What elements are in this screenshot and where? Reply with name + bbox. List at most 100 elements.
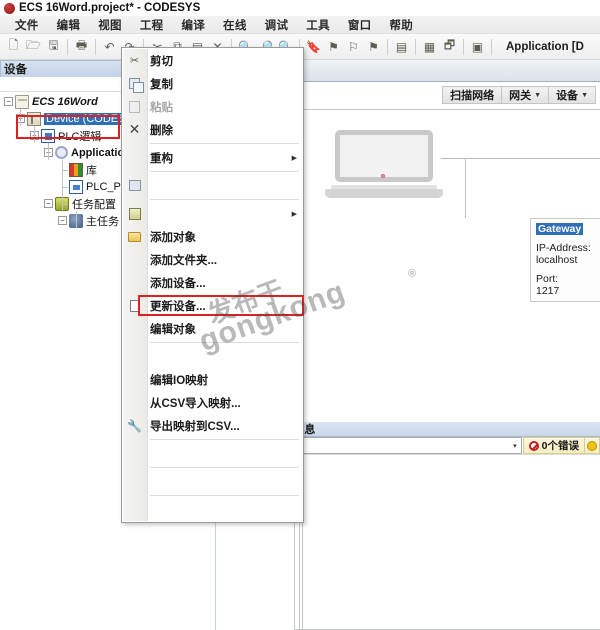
menu-tools[interactable]: 工具 [297,16,339,34]
laptop-indicator-dot [381,174,385,178]
menu-file[interactable]: 文件 [6,16,48,34]
build-icon[interactable]: ▤ [392,37,411,57]
plc-logic-icon [41,128,55,143]
application-combo[interactable]: Application [D [502,41,584,53]
gateway-ip-value: localhost [536,254,578,266]
next-bookmark-icon[interactable]: ⚑ [324,37,343,57]
ctx-copy[interactable]: 复制 [122,72,303,95]
ctx-properties[interactable] [122,174,303,197]
chevron-down-icon: ▼ [534,91,542,99]
properties-icon [127,178,142,193]
context-menu-separator [150,171,299,172]
ctx-item-label: 删除 [150,124,173,137]
toolbar-separator [387,38,388,55]
menu-help[interactable]: 帮助 [380,16,422,34]
menu-window[interactable]: 窗口 [339,16,381,34]
tree-expander[interactable]: − [4,97,13,106]
ctx-item-label: 粘贴 [150,101,173,114]
logout-icon[interactable]: 🗗 [440,37,459,57]
undo-icon[interactable]: ↶ [100,37,119,57]
add-object-icon [127,206,142,221]
tree-item-label: 主任务 [86,215,119,228]
menu-view[interactable]: 视图 [89,16,131,34]
tree-expander[interactable]: − [44,199,53,208]
new-file-icon[interactable]: 🗋 [4,37,23,57]
ctx-online-config-mode[interactable]: 🔧 导出映射到CSV... [122,414,303,437]
laptop-base [325,189,443,198]
title-bar: ECS 16Word.project* - CODESYS [0,0,600,16]
menu-edit[interactable]: 编辑 [48,16,90,34]
ctx-add-device[interactable]: 添加文件夹... [122,248,303,271]
submenu-arrow-icon: ▶ [291,211,297,218]
ctx-simulation[interactable] [122,498,303,521]
tree-item-label: ECS 16Word [32,95,98,108]
submenu-arrow-icon: ▶ [291,155,297,162]
ctx-delete[interactable]: ✕ 删除 [122,118,303,141]
error-count-label: 0个错误 [541,440,579,452]
ctx-item-label: 从CSV导入映射... [150,397,241,410]
scan-network-button[interactable]: 扫描网络 [442,86,503,104]
ctx-item-label: 剪切 [150,55,173,68]
ctx-edit-io-mapping[interactable] [122,345,303,368]
tree-connector [76,211,77,228]
warning-count-badge[interactable] [585,437,600,454]
menu-build[interactable]: 编译 [172,16,214,34]
ctx-paste: 粘贴 [122,95,303,118]
ctx-enable-motion-control[interactable] [122,442,303,465]
gateway-info-box[interactable]: Gateway IP-Address: localhost Port: 1217 [530,218,600,302]
paste-icon [127,99,142,114]
ctx-item-label: 导出映射到CSV... [150,420,240,433]
gateway-label: 网关 [509,90,532,102]
ctx-item-label: 添加对象 [150,231,196,244]
program-icon [69,179,83,194]
context-menu-separator [150,467,299,468]
gateway-port-label: Port: [536,273,559,285]
ctx-update-device[interactable]: 添加设备... [122,271,303,294]
ctx-add-folder[interactable]: 添加对象 [122,225,303,248]
open-folder-icon[interactable]: 🗁 [24,37,43,57]
gateway-ip-label: IP-Address: [536,242,591,254]
tree-connector [48,143,49,160]
menu-debug[interactable]: 调试 [256,16,298,34]
laptop-illustration-icon [325,130,443,198]
ctx-cut[interactable]: ✂ 剪切 [122,49,303,72]
gateway-button[interactable]: 网关 ▼ [502,86,550,104]
ctx-item-label: 添加文件夹... [150,254,218,267]
tree-connector [62,170,68,171]
print-icon[interactable]: 🖶 [72,37,91,57]
connection-diagram: Gateway IP-Address: localhost Port: 1217 [295,110,600,629]
device-button[interactable]: 设备 ▼ [549,86,596,104]
ctx-reset-origin-device[interactable] [122,470,303,493]
tree-connector [20,109,21,126]
save-icon[interactable]: 🖫 [44,37,63,57]
ctx-edit-object[interactable]: 更新设备... [122,294,303,317]
ctx-export-mapping-csv[interactable]: 从CSV导入映射... [122,391,303,414]
prev-bookmark-icon[interactable]: ⚐ [344,37,363,57]
error-count-badge[interactable]: 0个错误 [522,437,585,454]
gateway-title: Gateway [536,223,584,235]
application-icon [55,146,68,159]
device-icon [27,111,41,126]
ctx-item-label: 编辑IO映射 [150,374,209,387]
ctx-add-object[interactable]: ▶ [122,202,303,225]
ctx-import-mapping-csv[interactable]: 编辑IO映射 [122,368,303,391]
clear-bookmark-icon[interactable]: ⚑ [364,37,383,57]
ctx-edit-object-with[interactable]: 编辑对象 [122,317,303,340]
edit-object-icon [127,298,142,313]
ctx-item-label: 重构 [150,152,173,165]
context-menu-separator [150,199,299,200]
breakpoint-icon[interactable]: ▣ [468,37,487,57]
login-icon[interactable]: ▦ [420,37,439,57]
communication-toolbar: 扫描网络 网关 ▼ 设备 ▼ [442,86,596,104]
ctx-refactoring[interactable]: 重构 ▶ [122,146,303,169]
tree-item-label: 任务配置 [72,198,116,211]
context-menu-separator [150,495,299,496]
menu-bar: 文件 编辑 视图 工程 编译 在线 调试 工具 窗口 帮助 [0,16,600,34]
menu-project[interactable]: 工程 [131,16,173,34]
tree-expander[interactable]: − [58,216,67,225]
communication-pane: 扫描网络 网关 ▼ 设备 ▼ Gateway IP-Address: local… [294,86,600,630]
connection-wire-vertical [465,158,466,218]
menu-online[interactable]: 在线 [214,16,256,34]
bookmark-icon[interactable]: 🔖 [304,37,323,57]
